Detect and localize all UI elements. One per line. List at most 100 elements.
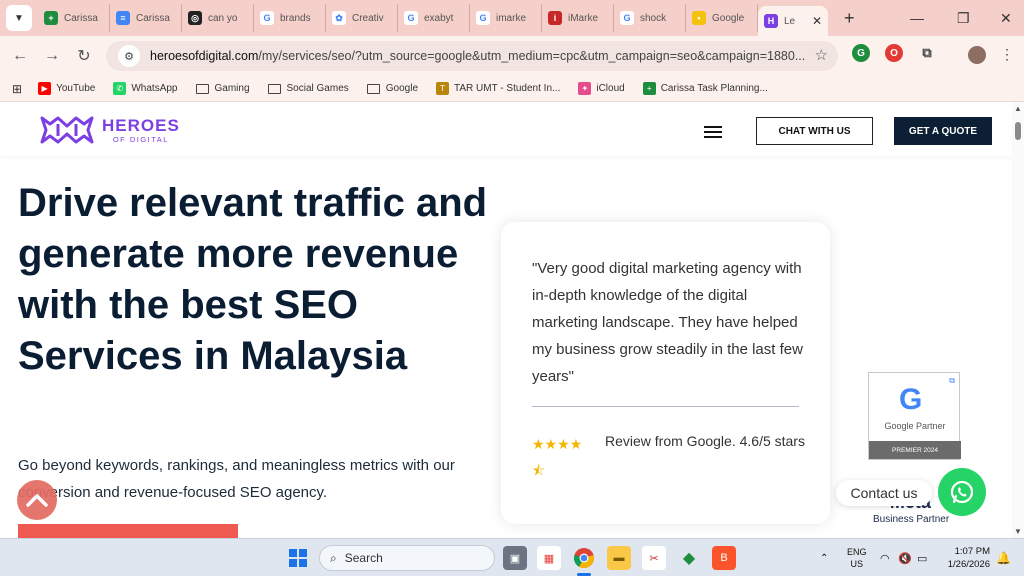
bookmark-item[interactable]: T TAR UMT - Student In... [436,82,560,95]
bookmark-item[interactable]: Gaming [195,83,250,94]
review-card: "Very good digital marketing agency with… [501,222,830,524]
folder-icon [195,83,209,94]
language-code: ENG [847,547,867,557]
scrollbar-thumb[interactable] [1015,122,1021,140]
bookmark-item[interactable]: + Carissa Task Planning... [642,82,768,95]
chat-with-us-button[interactable]: CHAT WITH US [756,117,873,145]
heroes-logo-icon [40,116,94,144]
profile-avatar[interactable] [968,46,986,64]
bookmark-item[interactable]: Social Games [267,83,349,94]
chrome-icon[interactable] [572,546,596,570]
browser-tab[interactable]: Gimarke [470,4,542,32]
scroll-to-top-button[interactable] [17,480,57,520]
chevron-up-icon [26,494,48,507]
apps-grid-icon[interactable]: ⊞ [12,82,22,96]
start-button[interactable] [289,549,307,567]
tab-title: Carissa [136,12,170,24]
tab-favicon-icon: ◎ [188,11,202,25]
back-button[interactable]: ← [4,47,36,65]
bookmark-label: iCloud [596,83,625,94]
reload-button[interactable]: ↻ [68,46,100,66]
bookmark-label: WhatsApp [131,83,178,94]
scroll-up-arrow-icon[interactable]: ▲ [1014,104,1022,113]
browser-tab[interactable]: Gshock [614,4,686,32]
wifi-icon[interactable]: ◠ [880,539,890,576]
app-diamond-icon[interactable]: ◆ [677,546,701,570]
tab-strip: ▼ + Carissa ≡ Carissa ◎ can yo Gbrands ✿ Creativ… [0,0,1024,36]
menu-kebab-icon[interactable]: ⋮ [1000,46,1014,63]
browser-tab[interactable]: i iMarke [542,4,614,32]
microsoft-store-icon[interactable]: ▦ [537,546,561,570]
site-header: HEROES OF DIGITAL CHAT WITH US GET A QUO… [0,102,1012,156]
forward-button[interactable]: → [36,47,68,65]
tab-search-button[interactable]: ▼ [6,5,32,31]
windows-taskbar: ⌕ Search ▣ ▦ ▬ ✂ ◆ B ⌃ ENG US ◠ 🔇 ▭ 1:07… [0,538,1024,576]
bookmark-item[interactable]: ▶ YouTube [38,82,95,95]
snipping-tool-icon[interactable]: ✂ [642,546,666,570]
google-partner-badge[interactable]: ⧉ G Google Partner PREMIER 2024 [868,372,961,460]
tab-close-icon[interactable]: ✕ [812,14,822,28]
taskbar-search-box[interactable]: ⌕ Search [319,545,495,571]
brave-browser-icon[interactable]: B [712,546,736,570]
get-a-quote-button[interactable]: GET A QUOTE [894,117,992,145]
bookmark-favicon-icon: ▶ [38,82,52,95]
opera-extension-icon[interactable]: O [885,44,903,62]
whatsapp-chat-button[interactable] [938,468,986,516]
browser-toolbar: ← → ↻ ⚙ heroesofdigital.com/my/services/… [0,36,1024,76]
whatsapp-icon [950,480,974,504]
tray-overflow-chevron-icon[interactable]: ⌃ [820,539,828,576]
extensions-puzzle-icon[interactable]: ⧉ [918,44,936,62]
external-link-icon: ⧉ [949,376,955,385]
browser-tab[interactable]: ≡ Carissa [110,4,182,32]
system-clock[interactable]: 1:07 PM 1/26/2026 [940,545,990,571]
browser-tab[interactable]: ◎ can yo [182,4,254,32]
language-indicator[interactable]: ENG US [847,546,867,570]
close-window-button[interactable]: ✕ [1000,0,1012,36]
hamburger-menu-icon[interactable] [704,126,722,141]
scroll-down-arrow-icon[interactable]: ▼ [1014,527,1022,536]
maximize-button[interactable]: ❐ [957,0,970,36]
bookmark-item[interactable]: ✦ iCloud [578,82,625,95]
bookmark-star-icon[interactable]: ☆ [815,46,828,64]
browser-tab[interactable]: Gexabyt [398,4,470,32]
bookmark-label: YouTube [56,83,96,94]
notification-bell-icon[interactable]: 🔔 [996,539,1011,576]
bookmark-item[interactable]: Google [366,83,419,94]
browser-tab[interactable]: + Carissa [38,4,110,32]
tab-favicon-icon: • [692,11,706,25]
google-partner-footer: PREMIER 2024 [869,441,961,459]
review-source: Review from Google. 4.6/5 stars [605,433,805,449]
browser-tab[interactable]: • Google [686,4,758,32]
meta-business-partner: Business Partner [873,514,950,525]
review-quote: "Very good digital marketing agency with… [532,260,803,385]
tab-favicon-icon: G [476,11,490,25]
task-view-icon[interactable]: ▣ [503,546,527,570]
bookmark-item[interactable]: ✆ WhatsApp [113,82,178,95]
site-info-icon[interactable]: ⚙ [118,45,140,67]
bookmark-label: Social Games [286,83,349,94]
minimize-button[interactable]: — [910,0,924,36]
address-bar[interactable]: ⚙ heroesofdigital.com/my/services/seo/?u… [106,41,838,71]
review-divider [532,406,799,407]
tab-favicon-icon: i [548,11,562,25]
tab-title: exabyt [424,12,454,24]
grammarly-extension-icon[interactable]: G [852,44,870,62]
bookmark-favicon-icon: + [642,82,656,95]
browser-tab[interactable]: Gbrands [254,4,326,32]
site-logo[interactable]: HEROES OF DIGITAL [40,114,180,146]
browser-tab[interactable]: H Le ✕ [758,6,828,36]
battery-icon[interactable]: ▭ [917,539,927,576]
hero-cta-button[interactable] [18,524,238,538]
tab-favicon-icon: ✿ [332,11,346,25]
tab-favicon-icon: ≡ [116,11,130,25]
volume-muted-icon[interactable]: 🔇 [898,539,912,576]
google-partner-label: Google Partner [884,421,946,431]
browser-tab[interactable]: ✿ Creativ [326,4,398,32]
tab-list: + Carissa ≡ Carissa ◎ can yo Gbrands ✿ Creativ Ge… [38,0,828,36]
new-tab-button[interactable]: + [844,8,855,29]
contact-us-label[interactable]: Contact us [836,480,932,506]
page-scrollbar[interactable]: ▲ ▼ [1012,102,1024,538]
bookmark-label: Google [385,83,419,94]
bookmark-favicon-icon: T [436,82,450,95]
file-explorer-icon[interactable]: ▬ [607,546,631,570]
